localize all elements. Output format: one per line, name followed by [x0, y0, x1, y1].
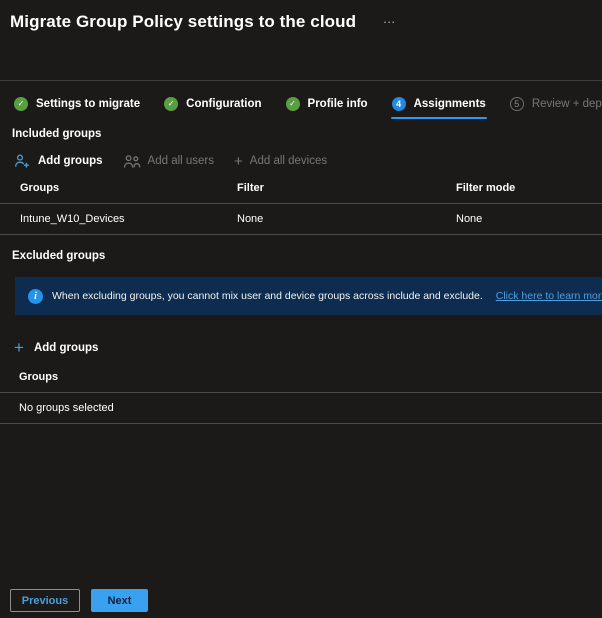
plus-icon: + — [14, 338, 24, 357]
step-label: Settings to migrate — [36, 98, 141, 110]
info-banner-message: When excluding groups, you cannot mix us… — [52, 290, 483, 302]
table-row[interactable]: Intune_W10_Devices None None — [0, 204, 602, 235]
step-assignments[interactable]: 4 Assignments — [390, 97, 488, 119]
add-excluded-groups-button[interactable]: + Add groups — [14, 339, 98, 356]
included-groups-table-header: Groups Filter Filter mode — [0, 182, 602, 204]
step-label: Assignments — [413, 98, 486, 110]
step-review-deploy: 5 Review + deploy — [509, 97, 602, 111]
column-header-groups: Groups — [20, 182, 60, 194]
info-icon: i — [28, 288, 43, 304]
people-icon — [123, 154, 141, 169]
filter-cell: None — [237, 213, 264, 225]
excluded-groups-heading: Excluded groups — [12, 250, 106, 262]
step-label: Profile info — [307, 98, 368, 110]
check-icon: ✓ — [285, 97, 300, 111]
step-label: Configuration — [186, 98, 262, 110]
column-header-filter-mode: Filter mode — [456, 182, 516, 194]
group-name-cell: Intune_W10_Devices — [20, 213, 125, 225]
check-icon: ✓ — [164, 97, 179, 111]
step-configuration[interactable]: ✓ Configuration — [164, 97, 262, 111]
step-label: Review + deploy — [531, 98, 602, 110]
filter-mode-cell: None — [456, 213, 483, 225]
step-profile-info[interactable]: ✓ Profile info — [285, 97, 368, 111]
step-settings-to-migrate[interactable]: ✓ Settings to migrate — [14, 97, 140, 111]
column-header-filter: Filter — [237, 182, 264, 194]
wizard-footer: Previous Next — [10, 589, 148, 612]
add-all-users-button: Add all users — [123, 154, 214, 169]
no-groups-selected-text: No groups selected — [19, 402, 114, 414]
plus-icon: + — [234, 152, 243, 170]
add-groups-label: Add groups — [38, 155, 103, 167]
add-groups-button[interactable]: Add groups — [14, 153, 103, 169]
page-title: Migrate Group Policy settings to the clo… — [10, 12, 357, 31]
step-number-badge: 4 — [391, 97, 406, 111]
previous-button[interactable]: Previous — [10, 589, 80, 612]
included-groups-toolbar: Add groups Add all users + Add all devic… — [14, 153, 602, 169]
column-header-groups: Groups — [19, 371, 59, 383]
add-groups-label: Add groups — [33, 341, 99, 354]
empty-table-row: No groups selected — [0, 393, 602, 424]
wizard-stepper: ✓ Settings to migrate ✓ Configuration ✓ … — [14, 95, 602, 119]
page-header: Migrate Group Policy settings to the clo… — [0, 0, 602, 81]
check-icon: ✓ — [14, 97, 28, 111]
more-actions-button[interactable]: … — [383, 11, 397, 26]
learn-more-link[interactable]: Click here to learn more about excluding — [496, 290, 602, 302]
step-number-badge: 5 — [509, 97, 524, 111]
person-add-icon — [14, 153, 31, 169]
add-all-devices-button: + Add all devices — [234, 154, 327, 169]
next-button[interactable]: Next — [91, 589, 148, 612]
included-groups-heading: Included groups — [12, 128, 102, 140]
add-all-users-label: Add all users — [147, 155, 215, 167]
add-all-devices-label: Add all devices — [249, 155, 328, 167]
info-banner: i When excluding groups, you cannot mix … — [15, 277, 602, 315]
excluded-groups-table-header: Groups — [0, 371, 602, 393]
